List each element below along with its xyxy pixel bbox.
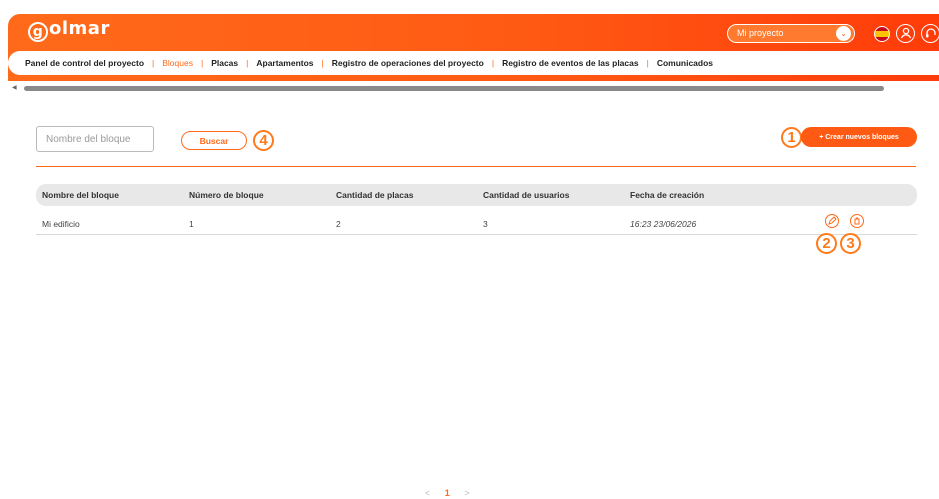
project-select-value: Mi proyecto: [737, 28, 784, 38]
scroll-left-icon[interactable]: ◀: [12, 85, 17, 91]
nav-item-placas[interactable]: Placas: [211, 58, 238, 68]
chevron-down-icon: ⌄: [836, 26, 851, 41]
section-divider: [36, 166, 916, 167]
nav-item-panel[interactable]: Panel de control del proyecto: [25, 58, 144, 68]
user-icon[interactable]: [896, 24, 915, 43]
nav-item-apartamentos[interactable]: Apartamentos: [256, 58, 313, 68]
spain-flag-icon[interactable]: [874, 26, 890, 42]
nav-item-registro-operaciones[interactable]: Registro de operaciones del proyecto: [332, 58, 484, 68]
logo-text: olmar: [49, 18, 110, 39]
edit-icon[interactable]: [825, 214, 839, 228]
cell-created-date: 16:23 23/06/2026: [630, 219, 697, 229]
pagination-bar: < 1 >: [0, 485, 939, 499]
pagination: < 1 >: [425, 488, 470, 498]
app-frame: g olmar Mi proyecto ⌄ Panel de control de…: [8, 14, 939, 499]
golmar-logo[interactable]: g olmar: [28, 18, 110, 42]
nav-separator: |: [152, 58, 155, 68]
create-blocks-button[interactable]: + Crear nuevos bloques: [801, 127, 917, 147]
callout-1: 1: [781, 127, 802, 148]
nav-separator: |: [200, 58, 204, 68]
content-panel: ◀ Buscar 4 1 + Crear nuevos bloques Nomb…: [8, 81, 939, 499]
column-header-number[interactable]: Número de bloque: [189, 190, 264, 200]
table-header: Nombre del bloque Número de bloque Canti…: [36, 184, 917, 206]
prev-page-button[interactable]: <: [425, 488, 430, 498]
delete-icon[interactable]: [850, 214, 864, 228]
next-page-button[interactable]: >: [464, 488, 469, 498]
cell-plate-count: 2: [336, 219, 341, 229]
cell-block-number: 1: [189, 219, 194, 229]
callout-4: 4: [253, 130, 274, 151]
headset-icon[interactable]: [921, 24, 939, 43]
current-page[interactable]: 1: [445, 488, 450, 498]
cell-user-count: 3: [483, 219, 488, 229]
main-nav: Panel de control del proyecto | Bloques …: [8, 51, 939, 75]
nav-item-bloques[interactable]: Bloques: [162, 58, 193, 68]
logo-letter: g: [28, 22, 48, 42]
column-header-date[interactable]: Fecha de creación: [630, 190, 704, 200]
nav-item-registro-eventos[interactable]: Registro de eventos de las placas: [502, 58, 639, 68]
nav-separator: |: [246, 58, 249, 68]
cell-block-name: Mi edificio: [42, 219, 80, 229]
nav-separator: |: [646, 58, 649, 68]
block-name-search-input[interactable]: [36, 126, 154, 152]
column-header-users[interactable]: Cantidad de usuarios: [483, 190, 569, 200]
column-header-plates[interactable]: Cantidad de placas: [336, 190, 413, 200]
callout-2: 2: [816, 233, 837, 254]
project-select[interactable]: Mi proyecto ⌄: [727, 24, 855, 43]
search-button[interactable]: Buscar: [181, 131, 247, 150]
table-row: Mi edificio 1 2 3 16:23 23/06/2026: [36, 211, 917, 235]
callout-3: 3: [840, 233, 861, 254]
column-header-name[interactable]: Nombre del bloque: [42, 190, 119, 200]
nav-separator: |: [491, 58, 495, 68]
horizontal-scrollbar[interactable]: [24, 86, 884, 91]
nav-item-comunicados[interactable]: Comunicados: [657, 58, 713, 68]
nav-separator: |: [321, 58, 324, 68]
